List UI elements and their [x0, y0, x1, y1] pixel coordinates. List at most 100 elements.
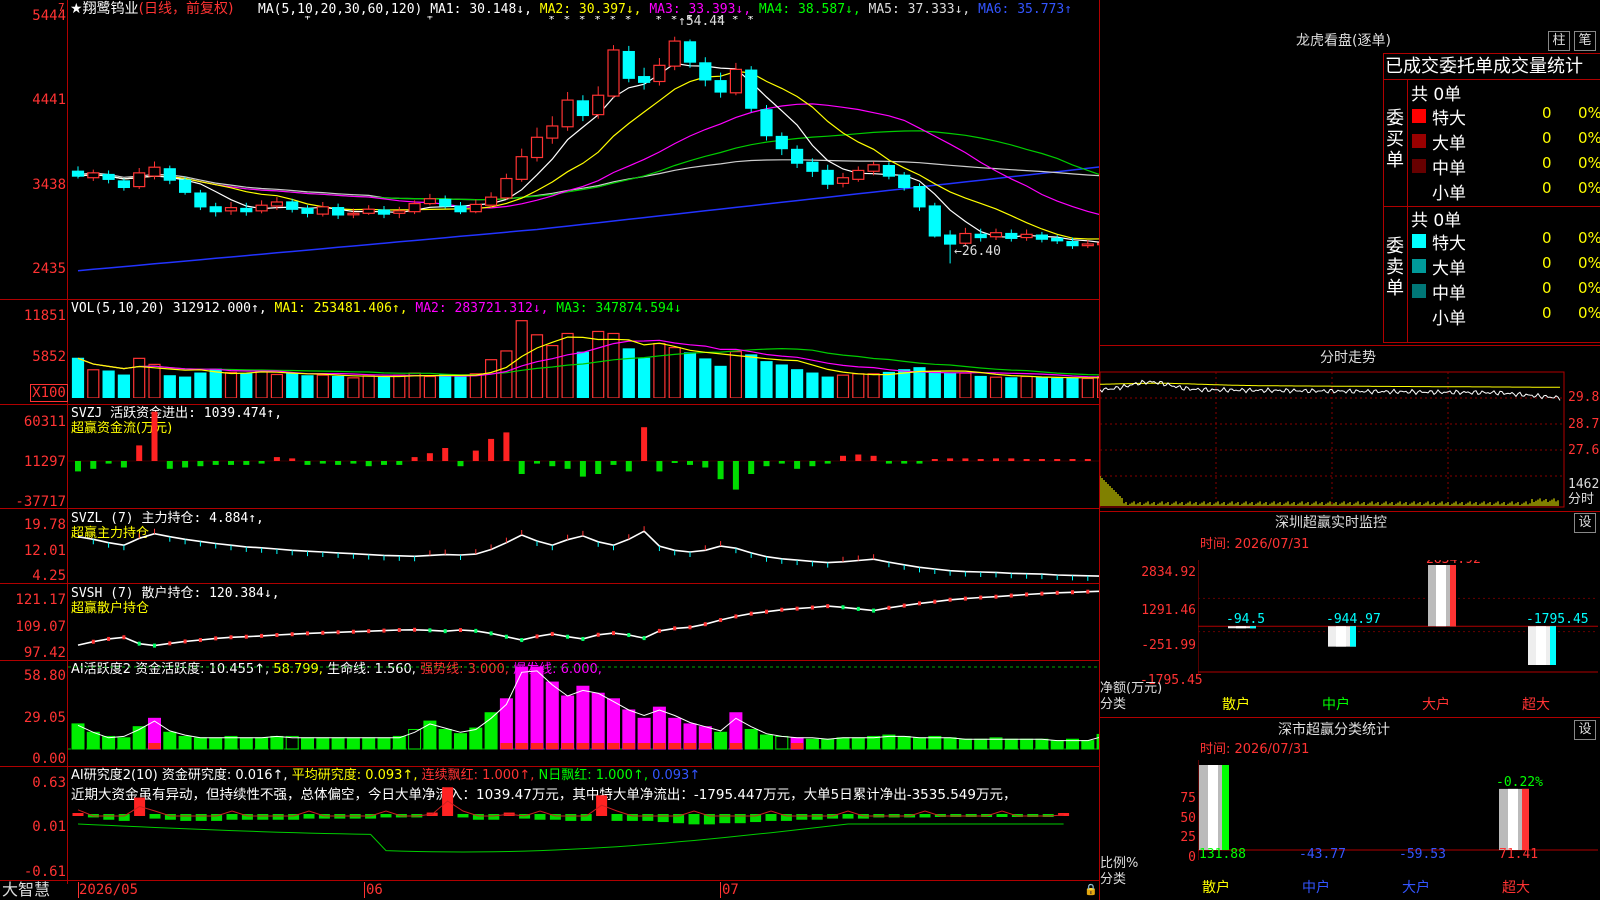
activity-bar — [331, 737, 345, 750]
order-count: 0 — [1542, 279, 1552, 297]
signal-star: * — [594, 16, 601, 26]
intraday-axis-label: 28.78 — [1568, 417, 1600, 432]
order-pct: 0% — [1578, 254, 1600, 272]
candle-body — [806, 161, 819, 172]
retail-tick — [872, 608, 876, 613]
sell-total: 共 0单 — [1411, 211, 1462, 231]
candle-body — [209, 206, 222, 213]
order-pct: 0% — [1578, 104, 1600, 122]
retail-tick — [91, 639, 95, 644]
research-bar — [734, 814, 746, 824]
favorite-star-icon[interactable]: ★ — [70, 1, 83, 17]
order-name: 中单 — [1432, 284, 1466, 304]
activity-bar — [469, 727, 483, 750]
volume-bar — [882, 371, 896, 398]
order-name: 大单 — [1432, 259, 1466, 279]
retail-tick — [933, 599, 937, 604]
flow-bar — [687, 461, 693, 465]
order-name: 大单 — [1432, 134, 1466, 154]
flow-bar — [335, 461, 342, 465]
signal-plus: + — [427, 16, 433, 23]
ai-active-axis-label: 58.80 — [23, 668, 66, 684]
classify-chart[interactable]: -0.22% 131.88 -43.77 -59.53 71.41 — [1198, 760, 1600, 860]
order-name: 小单 — [1432, 184, 1466, 204]
monitor-category-label: 超大 — [1522, 697, 1550, 713]
candle-body — [332, 207, 345, 216]
flow-bar — [304, 461, 311, 465]
candle-body — [393, 210, 406, 214]
order-count: 0 — [1542, 254, 1552, 272]
flow-bar — [350, 461, 357, 464]
candle-body — [1066, 240, 1079, 247]
ai-active-chart[interactable] — [68, 661, 1099, 766]
legend-item: MA2: 283721.312↓, — [415, 301, 557, 316]
ai-research-chart[interactable] — [68, 767, 1099, 880]
column-view-button[interactable]: 柱 — [1548, 31, 1570, 51]
research-bar — [226, 814, 238, 820]
activity-bar — [974, 738, 988, 750]
kline-chart[interactable]: * * * * * * * * * * * *+ + — [68, 16, 1099, 299]
order-swatch — [1412, 159, 1426, 173]
volume-bar — [71, 357, 85, 398]
monitor-chart[interactable]: -94.5 -944.97 2834.92 -1795.45 — [1198, 560, 1600, 692]
vol-unit: X100 — [30, 384, 68, 402]
activity-bar — [867, 735, 881, 750]
main-force-chart[interactable] — [68, 509, 1099, 583]
retail-tick — [168, 641, 172, 646]
candle-body — [867, 164, 880, 172]
main-chart-area[interactable]: 5444 4441 3438 2435 7 ★翔鹭钨业(日线，前复权) MA(5… — [0, 0, 1100, 900]
candle-body — [255, 204, 268, 212]
vol-axis-label: 11851 — [23, 308, 66, 324]
order-name: 中单 — [1432, 159, 1466, 179]
volume-bar — [729, 351, 743, 398]
retail-tick — [734, 614, 738, 619]
order-count: 0 — [1542, 179, 1552, 197]
candle-body — [607, 49, 620, 97]
candle-body — [71, 170, 85, 177]
retail-tick — [963, 596, 967, 601]
research-bar — [118, 814, 130, 821]
classify-category-label: 超大 — [1502, 880, 1530, 896]
volume-chart[interactable]: ◄ — [68, 316, 1099, 398]
flow-bar — [885, 461, 892, 464]
classify-settings-button[interactable]: 设 — [1574, 720, 1596, 740]
tick-view-button[interactable]: 笔 — [1574, 31, 1596, 51]
candle-body — [148, 166, 161, 177]
capital-flow-chart[interactable] — [68, 405, 1099, 508]
research-bar — [996, 814, 1008, 817]
retail-tick — [535, 634, 539, 639]
monitor-axis-label: 2834.92 — [1141, 565, 1196, 580]
candle-body — [882, 164, 896, 177]
flow-bar — [503, 432, 510, 461]
research-bar — [919, 814, 931, 818]
lock-icon[interactable]: 🔒 — [1084, 882, 1098, 898]
intraday-chart[interactable] — [1100, 368, 1565, 508]
sell-order-label: 委卖单 — [1386, 236, 1404, 299]
order-swatch — [1412, 234, 1426, 248]
flow-bar — [809, 461, 816, 467]
activity-bar — [821, 738, 835, 750]
flow-bar — [365, 461, 372, 467]
retail-chart[interactable] — [68, 584, 1099, 660]
volume-bar — [224, 371, 238, 398]
activity-bar — [714, 731, 728, 750]
high-price-label: ↑54.44 — [678, 14, 725, 29]
order-count: 0 — [1542, 304, 1552, 322]
activity-base — [791, 743, 804, 749]
ai-research-axis-label: 0.01 — [32, 819, 66, 835]
research-bar — [103, 814, 115, 820]
flow-bar — [273, 457, 280, 461]
candle-body — [592, 94, 605, 116]
legend-item: MA1: 253481.406↑, — [274, 301, 416, 316]
monitor-bar — [1528, 626, 1556, 665]
classify-value-label: -43.77 — [1299, 847, 1346, 860]
monitor-settings-button[interactable]: 设 — [1574, 513, 1596, 533]
svsh-axis-label: 97.42 — [23, 645, 66, 661]
stock-mode: (日线，前复权) — [138, 1, 234, 17]
stock-title[interactable]: ★翔鹭钨业(日线，前复权) — [70, 1, 234, 17]
volume-bar — [653, 342, 666, 398]
monitor-value-label: 2834.92 — [1426, 560, 1481, 567]
retail-tick — [504, 634, 508, 639]
intraday-title: 分时走势 — [1320, 350, 1376, 366]
candle-body — [1096, 242, 1099, 246]
